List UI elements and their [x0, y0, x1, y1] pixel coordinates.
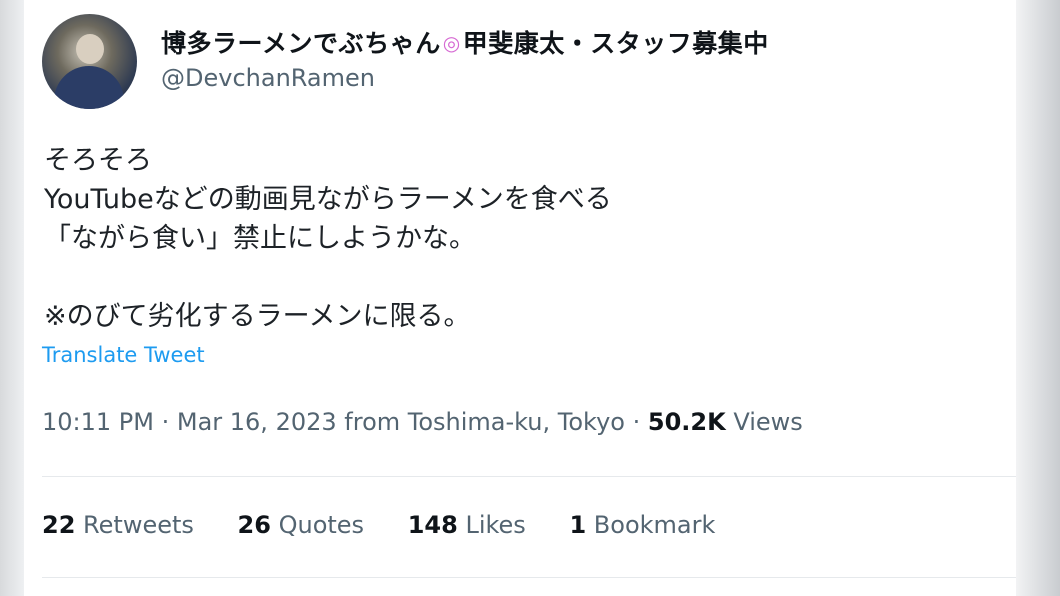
quotes-label: Quotes [278, 511, 365, 539]
display-name-part1: 博多ラーメンでぶちゃん [161, 29, 441, 58]
quotes-count: 26 [237, 511, 271, 539]
divider [42, 476, 1016, 477]
display-name[interactable]: 博多ラーメンでぶちゃん ◎甲斐康太・スタッフ募集中 [161, 24, 769, 60]
tweet-metadata: 10:11 PM · Mar 16, 2023 from Toshima-ku,… [42, 408, 803, 436]
likes-label: Likes [465, 511, 526, 539]
swirl-emoji-icon: ◎ [442, 31, 461, 55]
quotes-stat[interactable]: 26 Quotes [238, 511, 365, 539]
background-right [1016, 0, 1060, 596]
tweet-text: そろそろ YouTubeなどの動画見ながらラーメンを食べる 「ながら食い」禁止に… [44, 145, 612, 332]
translate-tweet-link[interactable]: Translate Tweet [42, 343, 205, 367]
engagement-stats: 22 Retweets 26 Quotes 148 Likes 1 Bookma… [42, 511, 751, 539]
bookmarks-count: 1 [569, 511, 587, 539]
likes-count: 148 [407, 511, 458, 539]
avatar-face [76, 34, 104, 64]
bookmarks-label: Bookmark [593, 511, 716, 539]
avatar-figure [54, 66, 124, 109]
likes-stat[interactable]: 148 Likes [408, 511, 526, 539]
timestamp[interactable]: 10:11 PM · Mar 16, 2023 from Toshima-ku,… [42, 408, 640, 436]
user-handle[interactable]: @DevchanRamen [161, 64, 375, 92]
retweets-label: Retweets [83, 511, 194, 539]
views-label: Views [733, 408, 803, 436]
background-left [0, 0, 24, 596]
views-count: 50.2K [647, 408, 726, 436]
divider-bottom [42, 577, 1016, 578]
retweets-count: 22 [42, 511, 76, 539]
retweets-stat[interactable]: 22 Retweets [42, 511, 194, 539]
bookmarks-stat[interactable]: 1 Bookmark [569, 511, 715, 539]
display-name-part2: 甲斐康太・スタッフ募集中 [462, 29, 769, 58]
avatar[interactable] [42, 14, 137, 109]
tweet-card: 博多ラーメンでぶちゃん ◎甲斐康太・スタッフ募集中 @DevchanRamen そ… [24, 0, 1016, 596]
